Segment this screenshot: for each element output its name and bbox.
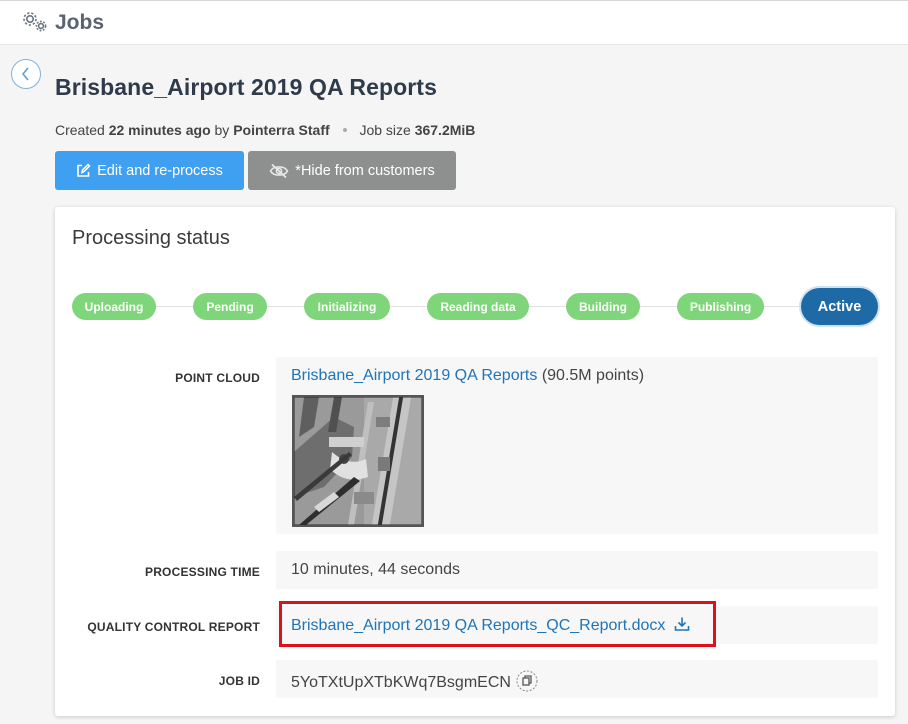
- top-bar: Jobs: [0, 0, 908, 45]
- job-id-value: 5YoTXtUpXTbKWq7BsgmECN: [291, 674, 511, 691]
- step-reading-data: Reading data: [427, 293, 529, 320]
- point-cloud-link[interactable]: Brisbane_Airport 2019 QA Reports: [291, 367, 537, 384]
- point-cloud-box: Brisbane_Airport 2019 QA Reports (90.5M …: [276, 357, 878, 534]
- edit-icon: [77, 163, 91, 177]
- hide-from-customers-label: *Hide from customers: [295, 162, 435, 179]
- chevron-left-icon: [21, 67, 29, 81]
- edit-reprocess-button[interactable]: Edit and re-process: [55, 151, 244, 190]
- point-cloud-value: Brisbane_Airport 2019 QA Reports (90.5M …: [291, 367, 644, 385]
- hide-from-customers-button[interactable]: *Hide from customers: [248, 151, 456, 190]
- step-active: Active: [801, 288, 878, 325]
- step-building: Building: [566, 293, 640, 320]
- step-publishing: Publishing: [677, 293, 764, 320]
- point-cloud-count: (90.5M points): [541, 367, 645, 384]
- processing-time-value: 10 minutes, 44 seconds: [291, 561, 460, 578]
- step-pending: Pending: [193, 293, 267, 320]
- page-title: Brisbane_Airport 2019 QA Reports: [55, 74, 437, 100]
- processing-status-title: Processing status: [72, 227, 230, 249]
- step-uploading: Uploading: [72, 293, 156, 320]
- edit-reprocess-label: Edit and re-process: [97, 162, 223, 179]
- job-id-value-wrap: 5YoTXtUpXTbKWq7BsgmECN: [291, 670, 538, 692]
- job-id-label: JOB ID: [218, 674, 260, 688]
- job-size-value: 367.2MiB: [414, 122, 476, 138]
- created-prefix: Created: [55, 122, 105, 138]
- airport-aerial-image: [294, 397, 422, 525]
- point-cloud-thumbnail[interactable]: [292, 395, 424, 527]
- qc-report-highlight-box: [279, 601, 716, 647]
- back-button[interactable]: [11, 59, 41, 89]
- eye-slash-icon: [269, 163, 289, 178]
- created-ago: 22 minutes ago: [108, 122, 211, 138]
- processing-time-label: PROCESSING TIME: [144, 565, 260, 579]
- separator-dot: [342, 127, 347, 132]
- job-id-box: 5YoTXtUpXTbKWq7BsgmECN: [276, 660, 878, 698]
- qc-report-label: QUALITY CONTROL REPORT: [87, 620, 260, 634]
- job-size-label: Job size: [359, 122, 411, 138]
- step-initializing: Initializing: [304, 293, 390, 320]
- processing-status-card: Processing status Uploading Pending Init…: [55, 207, 895, 716]
- header-title: Jobs: [55, 11, 105, 34]
- created-by: Pointerra Staff: [233, 122, 330, 138]
- processing-time-box: 10 minutes, 44 seconds: [276, 551, 878, 589]
- by-word: by: [214, 122, 230, 138]
- copy-icon[interactable]: [516, 670, 538, 692]
- job-meta: Created 22 minutes ago by Pointerra Staf…: [55, 122, 475, 138]
- gears-icon: [23, 12, 47, 32]
- point-cloud-label: POINT CLOUD: [175, 371, 260, 385]
